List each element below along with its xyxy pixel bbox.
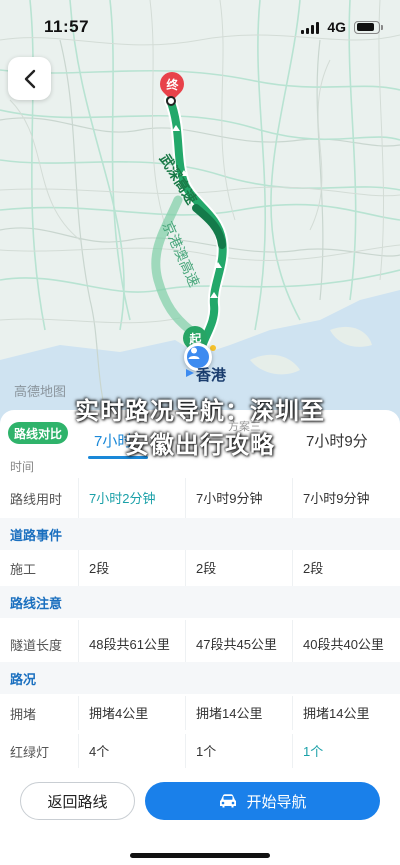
lights-plan-1: 4个 [78,734,185,768]
row-traffic-lights: 红绿灯 4个 1个 1个 [0,734,400,768]
cellular-signal-icon [301,21,320,34]
headline-line-2: 安徽出行攻略 [125,432,275,459]
congestion-plan-1: 拥堵4公里 [78,696,185,730]
lights-plan-3: 1个 [292,734,399,768]
row-congestion-label: 拥堵 [10,706,37,722]
person-icon [188,347,200,359]
construction-plan-3: 2段 [292,550,399,586]
back-button[interactable] [8,57,51,100]
section-road-events: 道路事件 [0,518,400,550]
return-route-button[interactable]: 返回路线 [20,782,135,820]
headline-line-1: 实时路况导航：深圳至 [75,398,325,425]
row-congestion: 拥堵 拥堵4公里 拥堵14公里 拥堵14公里 [0,696,400,730]
row-duration-label: 路线用时 [10,491,63,507]
row-tunnels: 隧道长度 48段共61公里 47段共45公里 40段共40公里 [0,620,400,668]
article-headline: 实时路况导航：深圳至 安徽出行攻略 [0,395,400,463]
status-time: 11:57 [44,17,90,36]
car-icon [220,794,237,808]
section-route-notes: 路线注意 [0,586,400,618]
tunnels-plan-1: 48段共61公里 [78,620,185,668]
row-construction: 施工 2段 2段 2段 [0,550,400,586]
row-traffic-lights-label: 红绿灯 [10,744,50,760]
end-point-dot [166,96,176,106]
construction-plan-1: 2段 [78,550,185,586]
network-type: 4G [327,19,346,35]
row-duration: 路线用时 7小时2分钟 7小时9分钟 7小时9分钟 [0,478,400,518]
row-construction-label: 施工 [10,561,37,577]
tunnels-plan-2: 47段共45公里 [185,620,292,668]
lights-plan-2: 1个 [185,734,292,768]
battery-icon [354,20,383,34]
start-navigation-label: 开始导航 [246,793,307,811]
end-marker-label: 终 [165,77,179,92]
congestion-plan-2: 拥堵14公里 [185,696,292,730]
map-view[interactable]: 武深高速 京港澳高速 终 起 香港 高德地图 [0,0,400,440]
start-navigation-button[interactable]: 开始导航 [145,782,380,820]
chevron-left-icon [24,69,35,88]
row-tunnels-label: 隧道长度 [10,637,63,653]
duration-plan-2: 7小时9分钟 [185,478,292,518]
duration-plan-1: 7小时2分钟 [78,478,185,518]
duration-plan-3: 7小时9分钟 [292,478,399,518]
origin-label: 香港 [196,367,227,384]
tunnels-plan-3: 40段共40公里 [292,620,399,668]
status-icons: 4G [301,19,383,35]
section-traffic: 路况 [0,662,400,694]
construction-plan-2: 2段 [185,550,292,586]
congestion-plan-3: 拥堵14公里 [292,696,399,730]
home-indicator [130,853,270,858]
bottom-action-bar: 返回路线 开始导航 [0,772,400,865]
status-bar: 11:57 4G [0,0,400,54]
